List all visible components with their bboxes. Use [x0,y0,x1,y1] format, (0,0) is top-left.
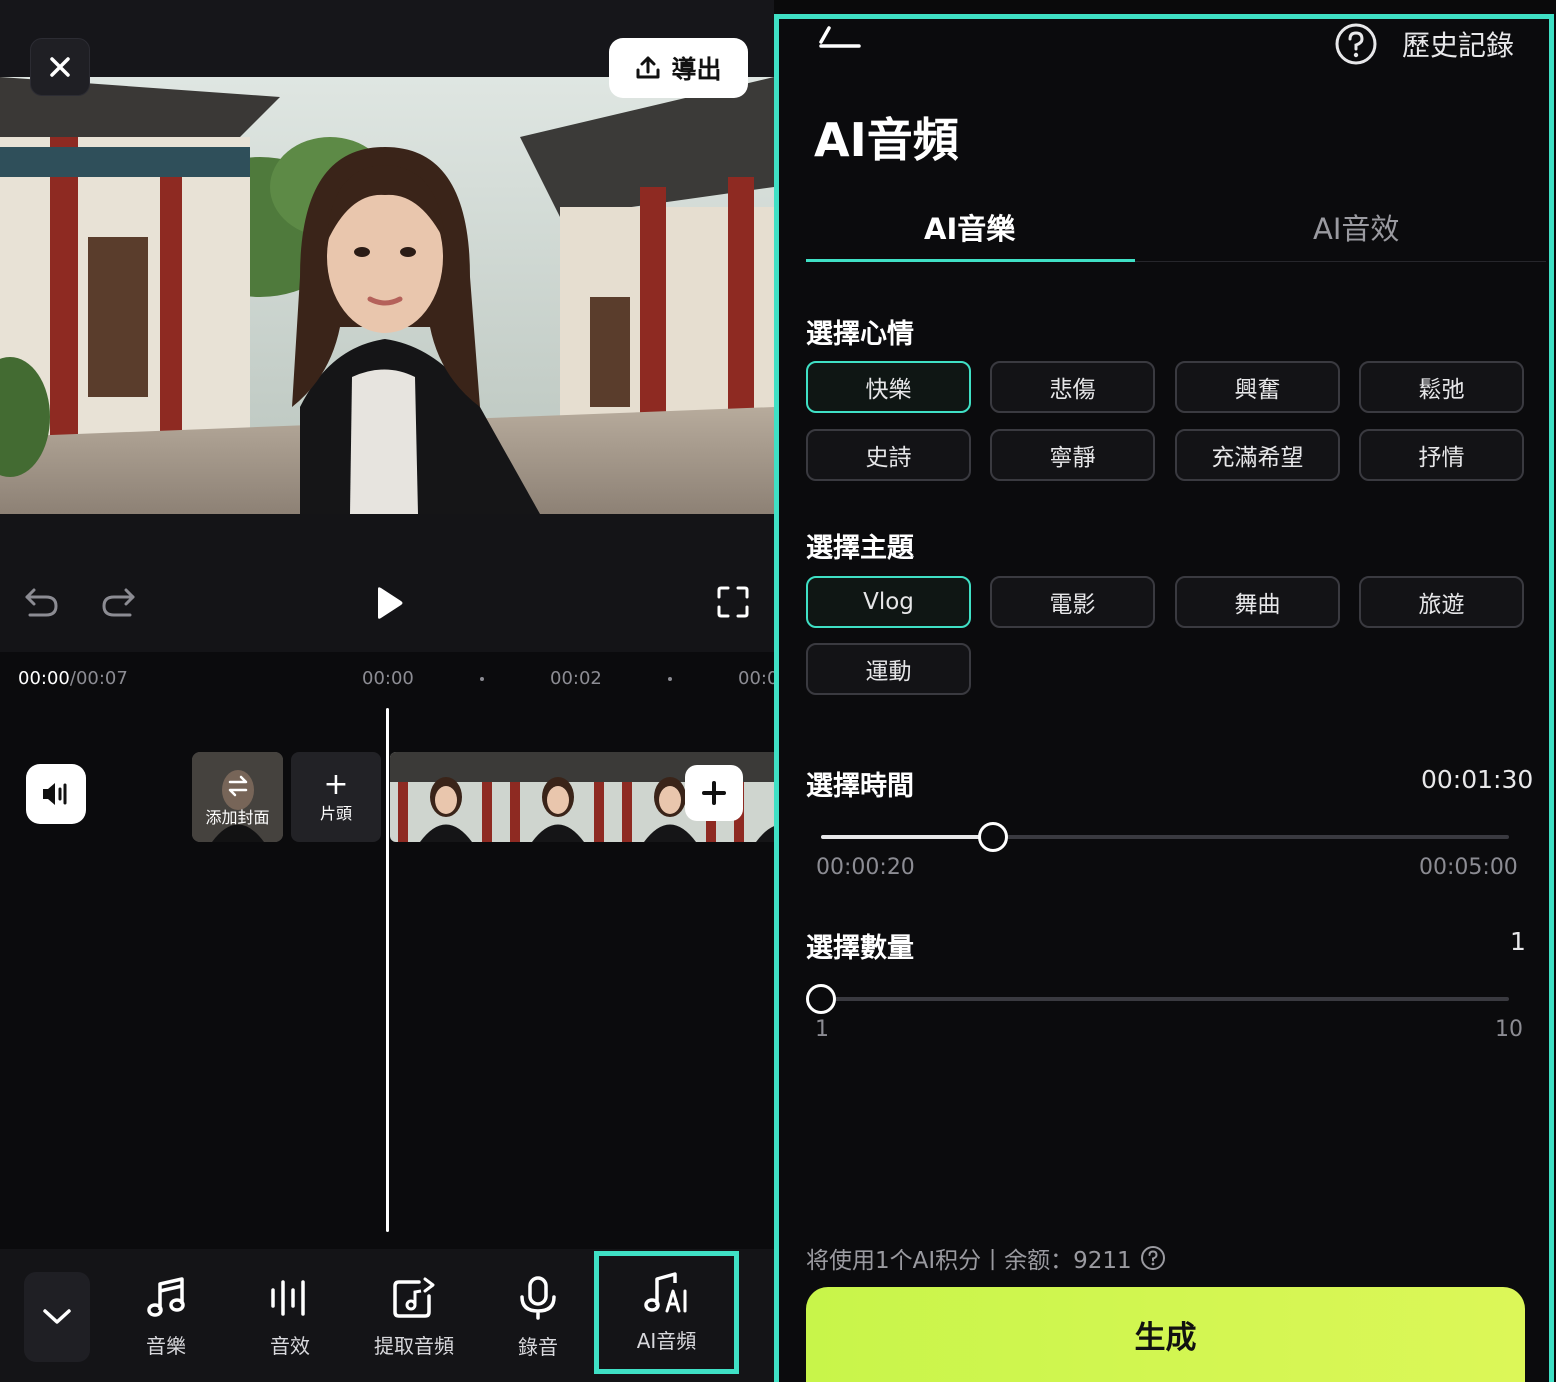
duration-section-title: 選擇時間 [806,771,914,802]
video-preview[interactable] [0,77,774,514]
back-button[interactable] [817,24,863,54]
tool-extract-audio-label: 提取音頻 [374,1333,454,1358]
sound-wave-icon [271,1279,305,1316]
count-slider-knob[interactable] [806,984,836,1014]
count-min-label: 1 [815,1017,829,1042]
play-button[interactable] [366,580,412,626]
theme-chip[interactable]: 旅遊 [1359,576,1524,628]
tool-sound-effects-label: 音效 [270,1333,310,1358]
add-clip-button[interactable] [685,765,743,821]
extract-audio-icon [393,1277,435,1318]
tool-sound-effects[interactable]: 音效 [230,1262,350,1372]
mood-chip[interactable]: 史詩 [806,429,971,481]
music-note-icon [147,1276,185,1317]
count-slider-track[interactable] [821,997,1509,1001]
mood-chip[interactable]: 充滿希望 [1175,429,1340,481]
mood-section-title: 選擇心情 [806,319,914,350]
ruler-tick: 00:00 [362,668,414,689]
add-cover-label: 添加封面 [205,808,270,827]
plus-icon [702,781,726,805]
ruler-dot [480,677,484,681]
speaker-icon [43,783,67,805]
collapse-toolbar-button[interactable] [24,1272,90,1362]
tool-music-label: 音樂 [146,1333,186,1358]
tool-ai-audio[interactable]: AI音頻 [594,1251,739,1374]
count-max-label: 10 [1495,1017,1523,1042]
ai-music-icon [643,1272,686,1313]
active-tab-indicator [806,259,1135,262]
tool-record[interactable]: 錄音 [478,1262,598,1372]
swap-icon [228,775,248,797]
upload-icon [636,56,660,79]
time-total: /00:07 [69,668,128,689]
time-current: 00:00 [18,668,70,689]
timeline-playhead[interactable] [386,708,389,1232]
undo-button[interactable] [22,582,62,622]
clip-frame [390,752,502,842]
duration-min-label: 00:00:20 [816,855,915,880]
count-value: 1 [1510,927,1526,956]
preview-frame-illustration [0,77,774,514]
question-icon [1335,23,1377,65]
intro-label: 片頭 [319,804,352,823]
tab-ai-sound-effects[interactable]: AI音效 [1313,206,1399,248]
info-question-icon[interactable] [1140,1245,1166,1271]
redo-icon [102,588,135,617]
theme-section-title: 選擇主題 [806,533,914,564]
ai-audio-panel [774,14,1554,1382]
theme-chip[interactable]: 舞曲 [1175,576,1340,628]
clip-frame [502,752,614,842]
duration-slider-fill [821,835,993,839]
chevron-down-icon [43,1309,71,1324]
credit-note-text: 将使用1个AI积分丨余额：9211 [806,1248,1132,1274]
export-button[interactable]: 導出 [609,38,748,98]
theme-chip[interactable]: Vlog [806,576,971,628]
tool-music[interactable]: 音樂 [106,1262,226,1372]
duration-value: 00:01:30 [1421,765,1534,794]
theme-chip[interactable]: 電影 [990,576,1155,628]
duration-slider-knob[interactable] [978,822,1008,852]
generate-button[interactable]: 生成 [806,1287,1525,1382]
mood-chip[interactable]: 鬆弛 [1359,361,1524,413]
tool-extract-audio[interactable]: 提取音頻 [354,1262,474,1372]
ruler-tick: 00:0 [738,668,774,689]
add-cover-tile[interactable]: 添加封面 [192,752,283,842]
theme-chip[interactable]: 運動 [806,643,971,695]
history-link[interactable]: 歷史記錄 [1402,24,1514,64]
export-label: 導出 [671,55,722,84]
microphone-icon [520,1275,556,1320]
ruler-dot [668,677,672,681]
play-icon [378,587,403,619]
mood-chip[interactable]: 抒情 [1359,429,1524,481]
ruler-tick: 00:02 [550,668,602,689]
fullscreen-icon [717,586,749,618]
tool-record-label: 錄音 [518,1334,558,1359]
back-arrow-icon [819,26,861,48]
count-section-title: 選擇數量 [806,933,914,964]
add-intro-tile[interactable]: + 片頭 [291,752,381,842]
panel-title: AI音頻 [814,113,959,167]
undo-icon [25,588,58,617]
mood-chip[interactable]: 寧靜 [990,429,1155,481]
close-button[interactable] [30,38,90,96]
mood-chip[interactable]: 興奮 [1175,361,1340,413]
plus-icon: + [323,767,349,802]
fullscreen-button[interactable] [712,582,754,622]
duration-max-label: 00:05:00 [1419,855,1518,880]
mood-chip[interactable]: 快樂 [806,361,971,413]
close-icon [50,57,70,77]
credit-note: 将使用1个AI积分丨余额：9211 [806,1241,1166,1275]
time-readout: 00:00/00:07 [18,668,128,689]
tool-ai-audio-label: AI音頻 [636,1329,697,1353]
mute-clip-audio-button[interactable] [26,764,86,824]
redo-button[interactable] [98,582,138,622]
help-button[interactable] [1334,22,1378,70]
video-editor: 導出 00:00/00:07 00:00 00:02 00:0 添加封面 + 片… [0,0,774,1382]
mood-chip[interactable]: 悲傷 [990,361,1155,413]
tab-ai-music[interactable]: AI音樂 [924,206,1015,248]
